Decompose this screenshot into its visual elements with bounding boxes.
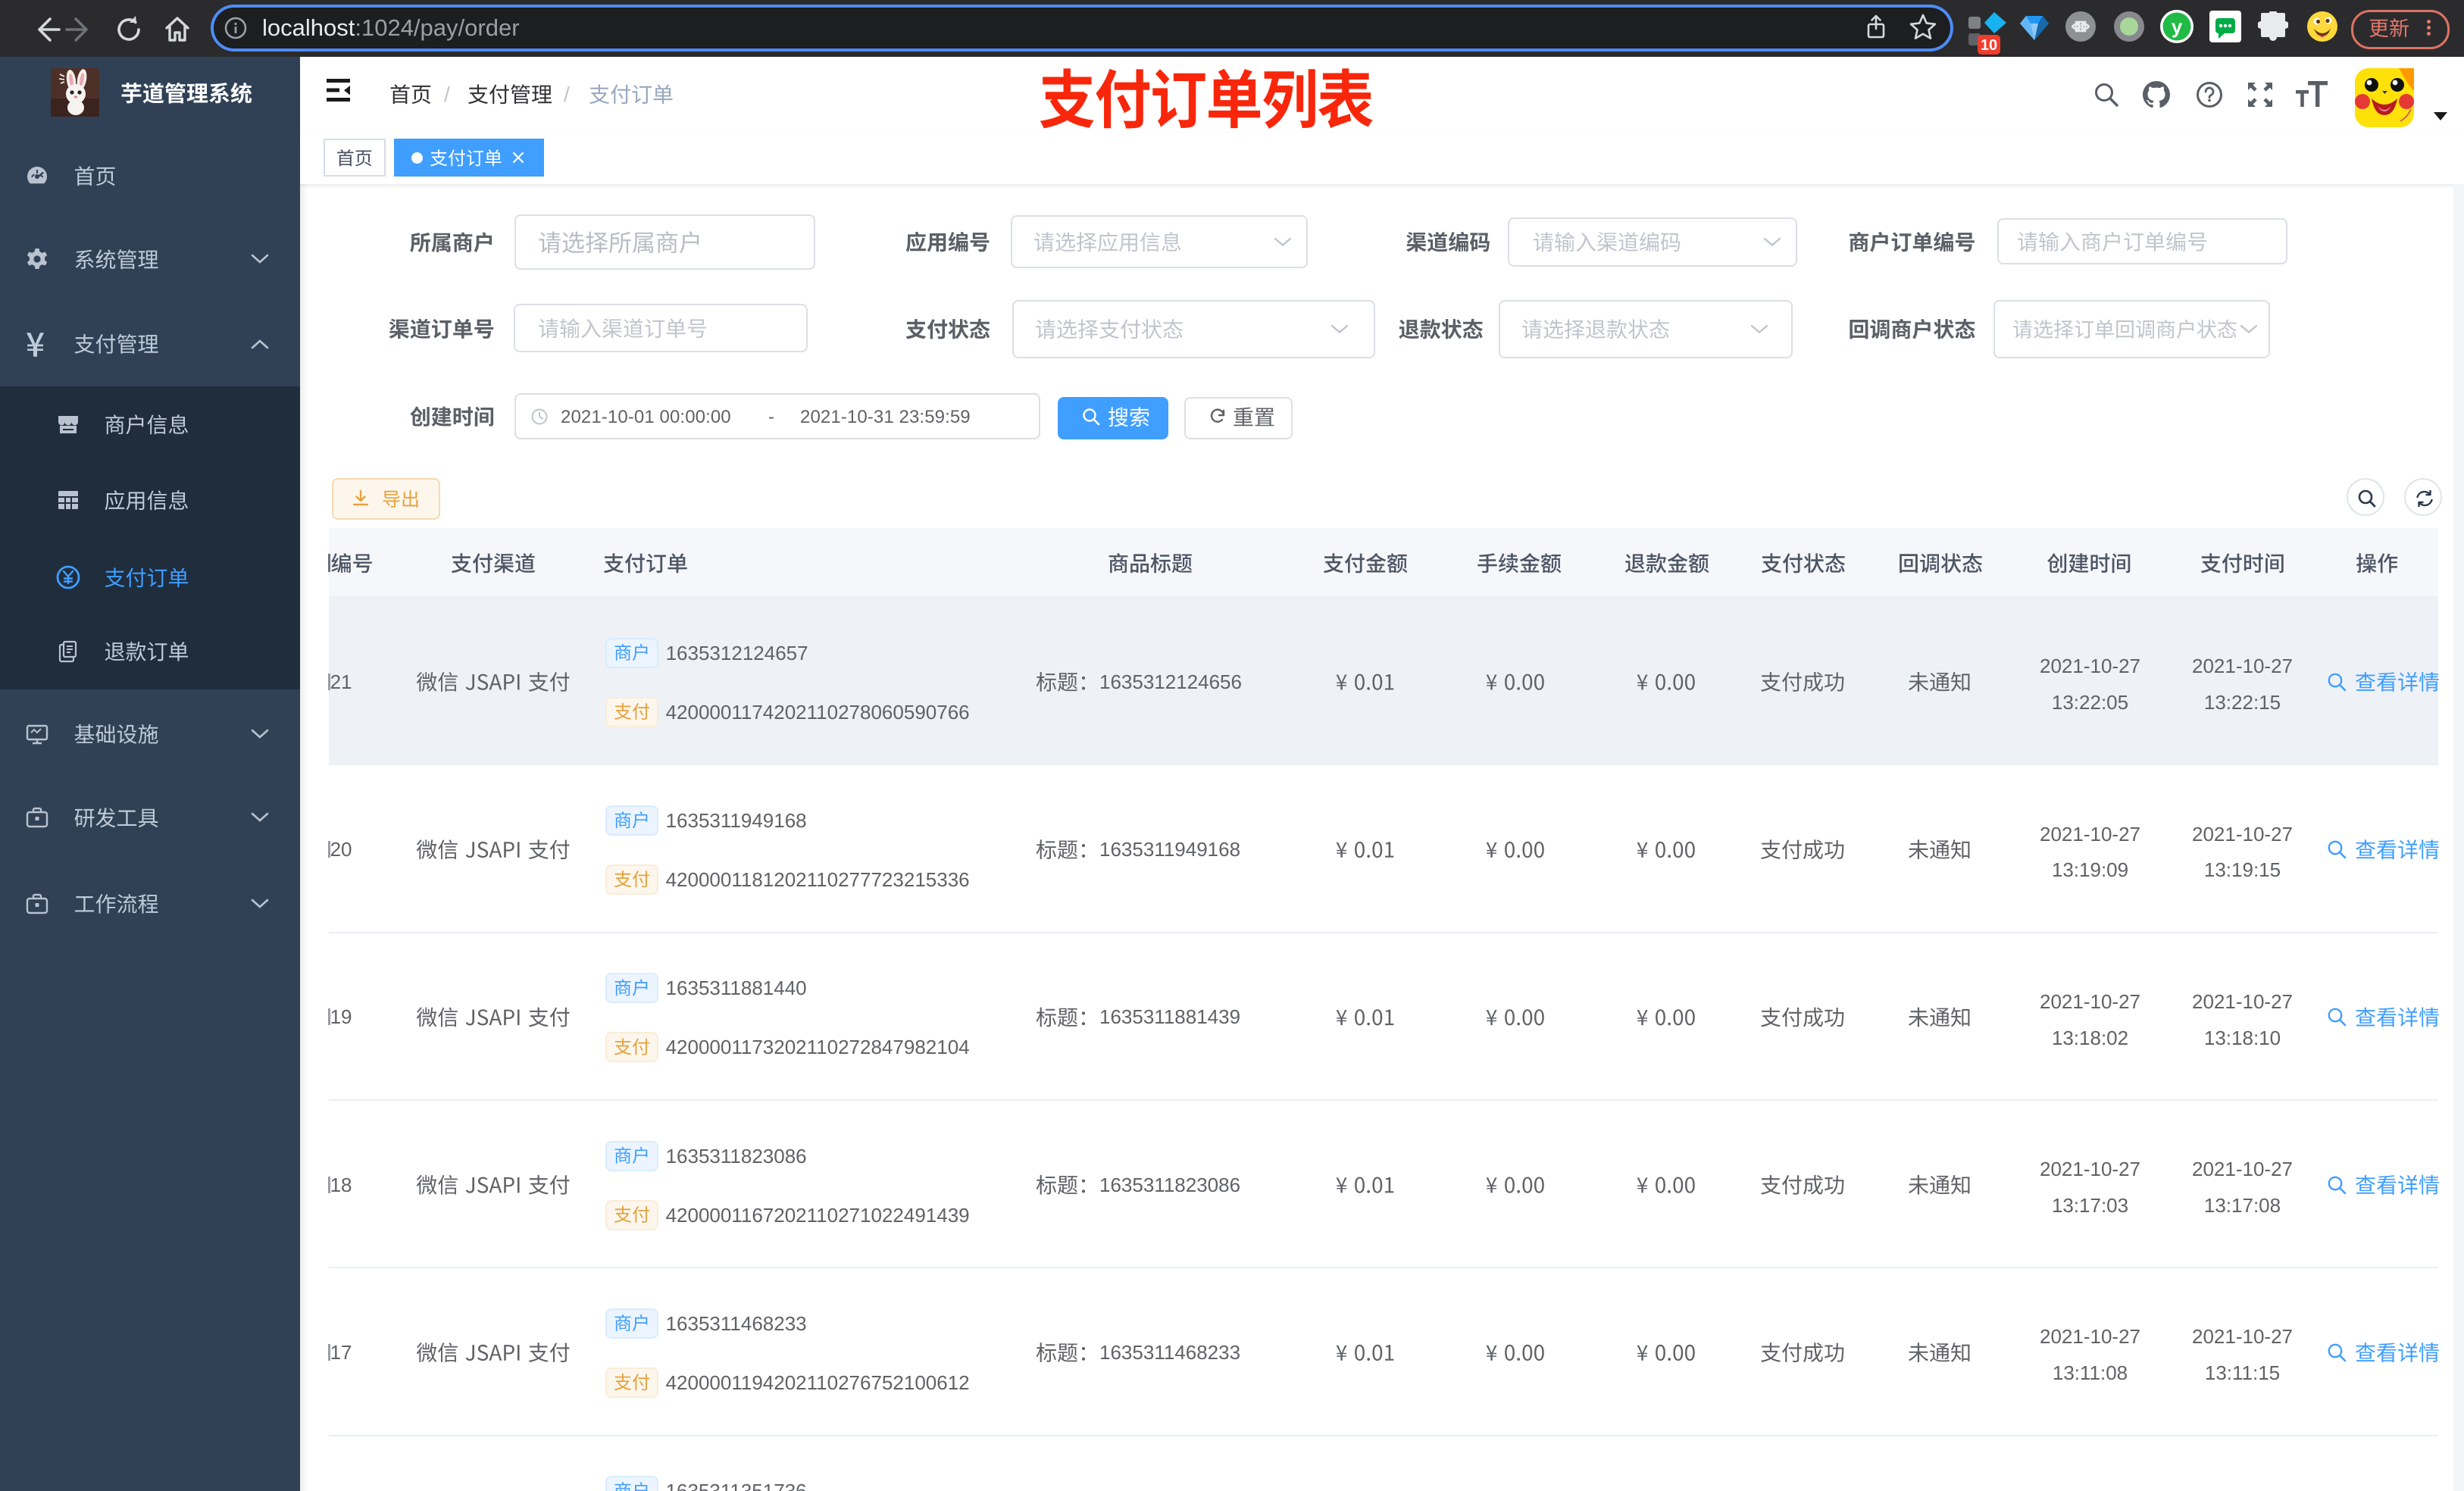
svg-text:y: y: [2172, 15, 2183, 38]
svg-text:10: 10: [1981, 37, 1997, 54]
